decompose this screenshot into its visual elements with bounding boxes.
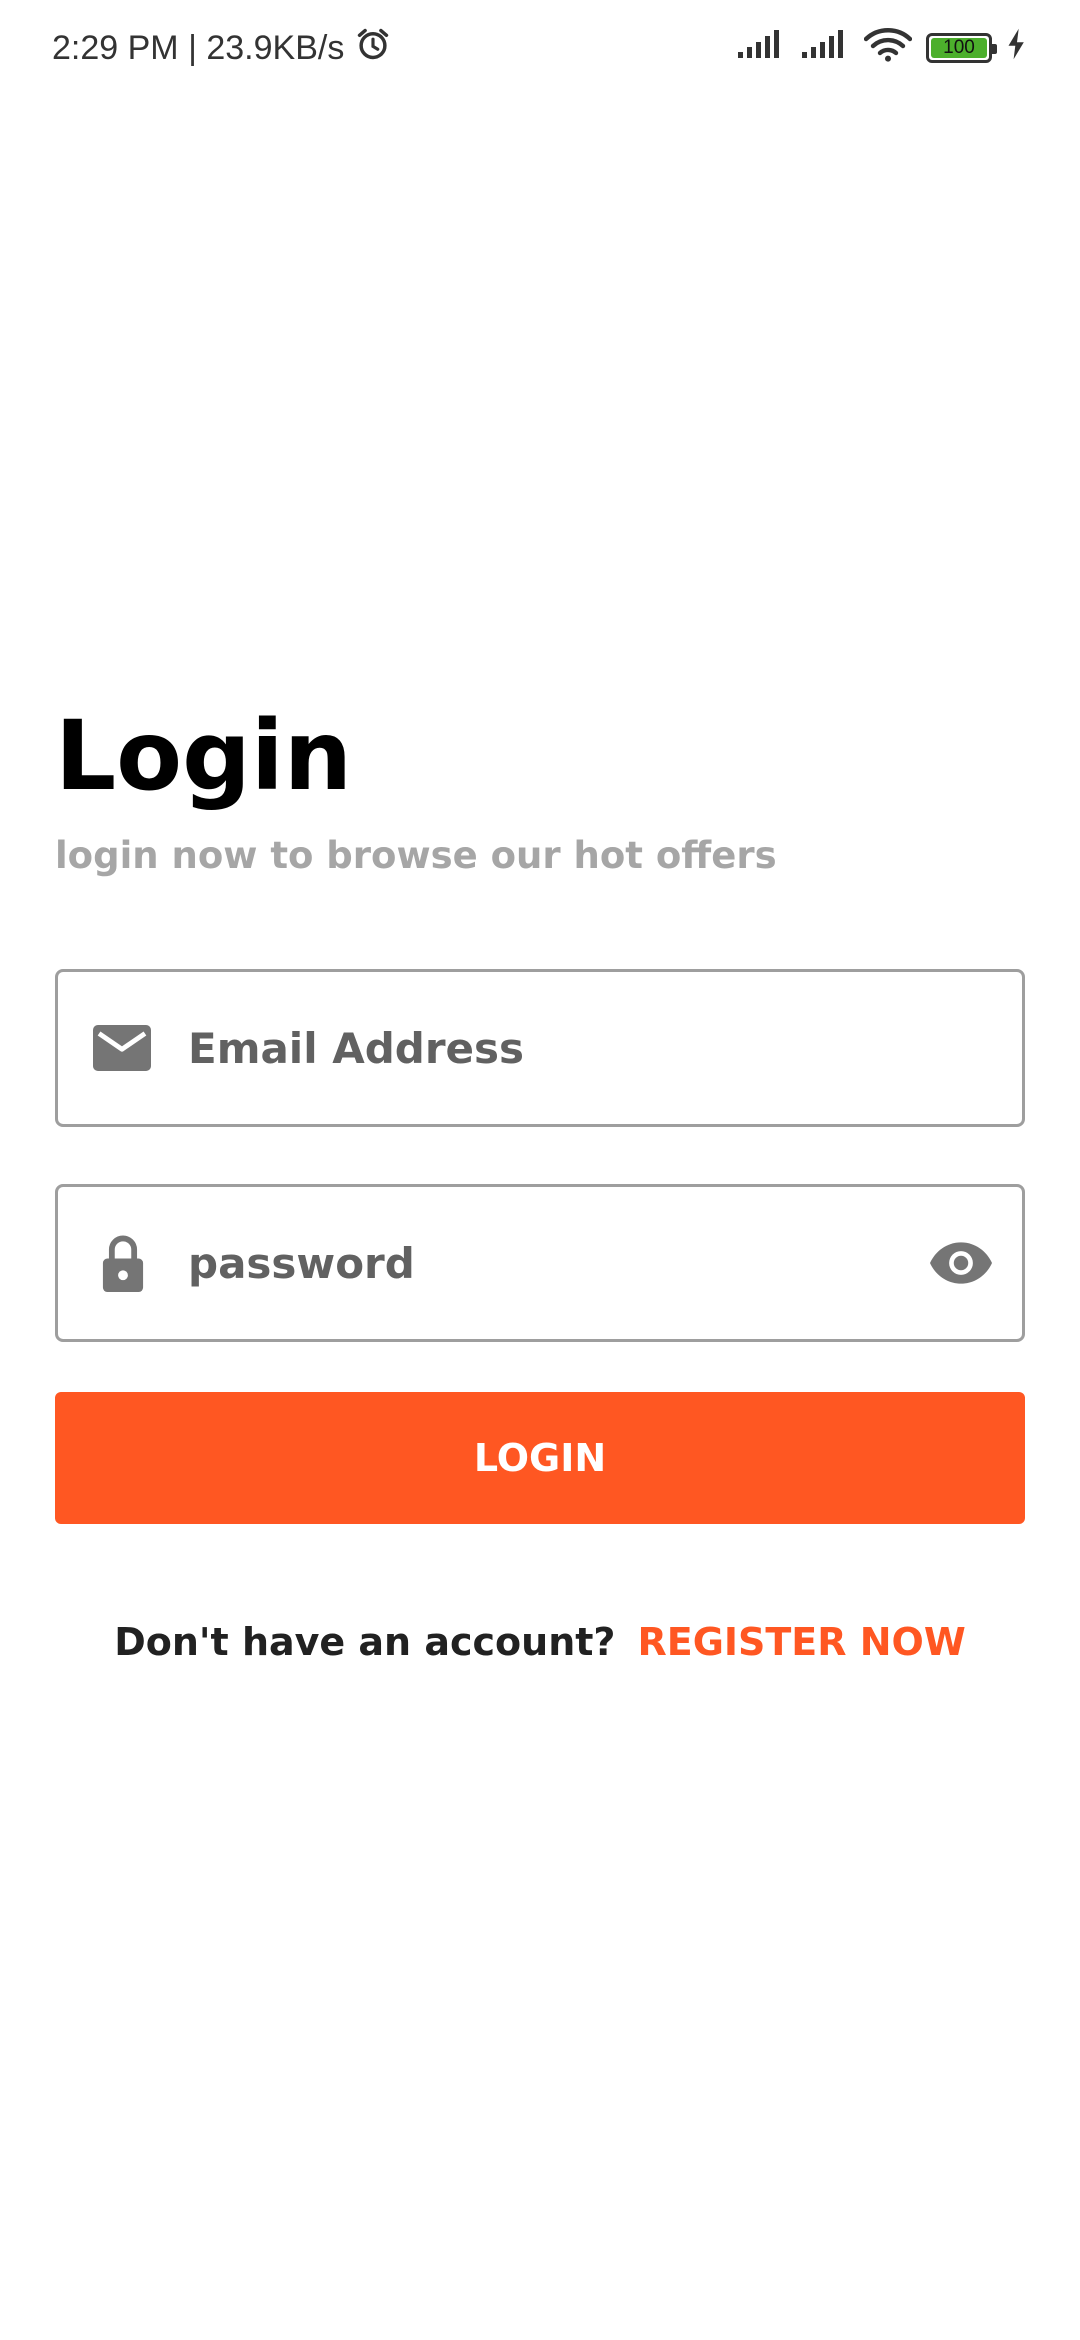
password-input[interactable] bbox=[188, 1187, 902, 1339]
alarm-icon bbox=[354, 25, 392, 72]
battery-cap bbox=[992, 44, 997, 54]
charging-icon bbox=[1006, 27, 1028, 70]
status-left: 2:29 PM | 23.9KB/s bbox=[52, 25, 392, 72]
page-title: Login bbox=[55, 700, 353, 812]
eye-icon[interactable] bbox=[930, 1242, 992, 1284]
register-row: Don't have an account? REGISTER NOW bbox=[0, 1620, 1080, 1664]
password-field[interactable] bbox=[55, 1184, 1025, 1342]
mail-icon bbox=[93, 1025, 151, 1071]
email-input[interactable] bbox=[188, 972, 902, 1124]
login-button[interactable]: LOGIN bbox=[55, 1392, 1025, 1524]
register-prompt: Don't have an account? bbox=[114, 1620, 616, 1664]
status-bar: 2:29 PM | 23.9KB/s 100 bbox=[0, 0, 1080, 96]
signal-icon bbox=[800, 28, 850, 69]
register-now-link[interactable]: REGISTER NOW bbox=[637, 1620, 965, 1664]
status-right: 100 bbox=[736, 26, 1028, 71]
signal-icon bbox=[736, 28, 786, 69]
page-subtitle: login now to browse our hot offers bbox=[55, 834, 777, 877]
wifi-icon bbox=[863, 26, 913, 71]
email-field[interactable] bbox=[55, 969, 1025, 1127]
battery-level: 100 bbox=[943, 37, 975, 58]
status-time-speed: 2:29 PM | 23.9KB/s bbox=[52, 28, 345, 67]
login-screen: 2:29 PM | 23.9KB/s 100 Login login now t… bbox=[0, 0, 1080, 2340]
battery-icon: 100 bbox=[926, 33, 997, 63]
lock-icon bbox=[100, 1234, 146, 1292]
